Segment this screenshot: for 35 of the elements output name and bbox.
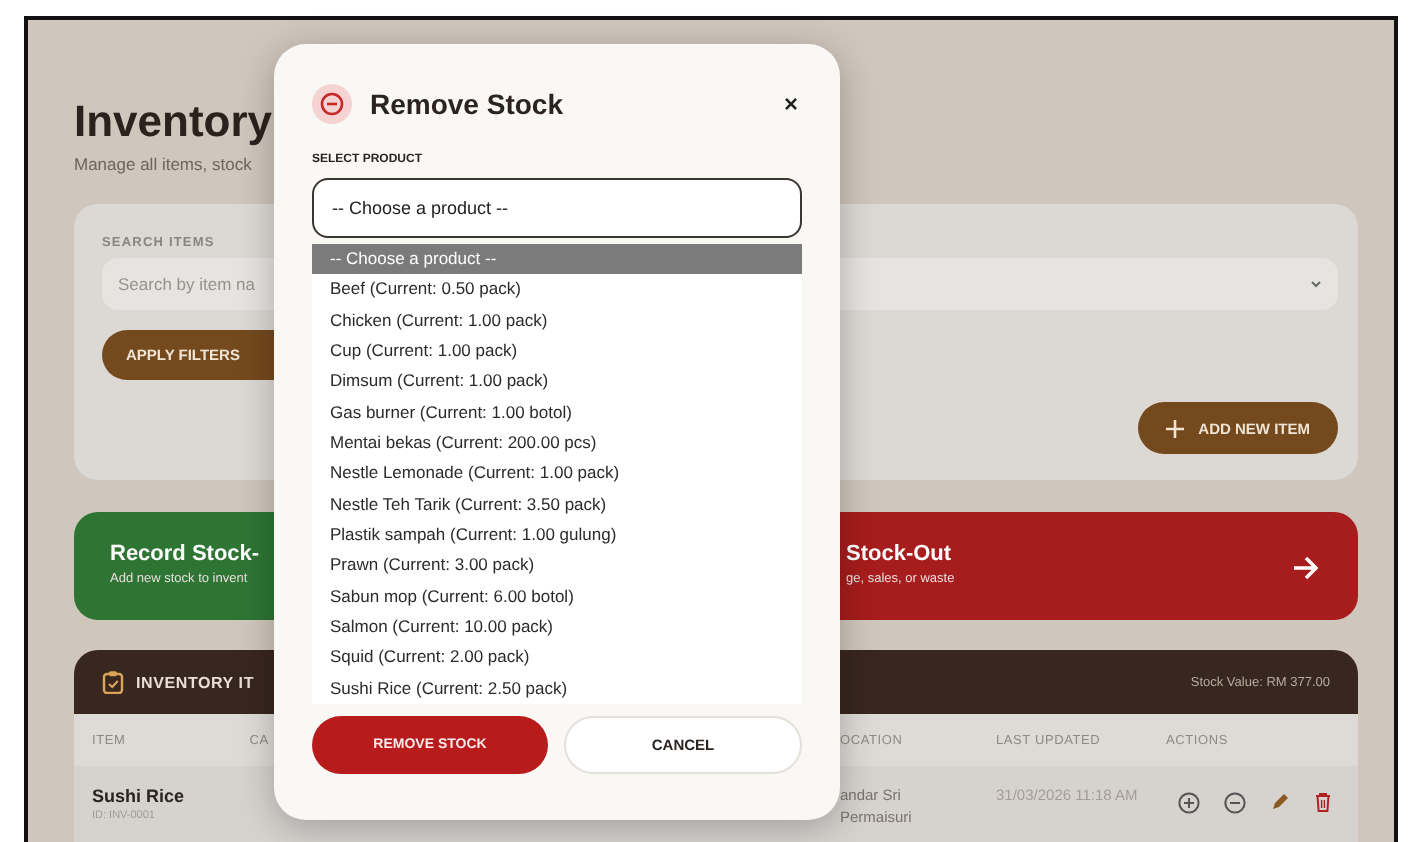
plus-icon [1166,419,1185,437]
dropdown-option[interactable]: Cup (Current: 1.00 pack) [312,335,802,367]
page-title: Inventory [74,96,273,148]
item-name: Sushi Rice [92,786,187,806]
dropdown-option[interactable]: -- Choose a product -- [312,244,802,275]
pencil-icon[interactable] [1270,792,1290,812]
dropdown-option[interactable]: Salmon (Current: 10.00 pack) [312,611,802,643]
dropdown-option[interactable]: Sabun mop (Current: 6.00 botol) [312,581,802,612]
close-button[interactable]: × [783,90,798,118]
table-title: INVENTORY IT [136,673,255,691]
clipboard-icon [102,670,124,694]
search-field[interactable]: Search by item na [102,258,274,310]
card-title: Record Stock- [110,540,262,568]
add-circle-icon[interactable] [1178,792,1200,814]
dropdown-option[interactable]: Beef (Current: 0.50 pack) [312,274,802,306]
page-subtitle: Manage all items, stock [74,152,252,176]
dropdown-option[interactable]: Sushi Rice (Current: 2.50 pack) [312,673,802,704]
arrow-right-icon [1292,556,1318,580]
dropdown-option[interactable]: Mentai bekas (Current: 200.00 pcs) [312,427,802,459]
minus-circle-icon [312,84,352,124]
dropdown-option[interactable]: Plastik sampah (Current: 1.00 gulung) [312,519,802,551]
dropdown-option[interactable]: Prawn (Current: 3.00 pack) [312,550,802,582]
dropdown-option[interactable]: Chicken (Current: 1.00 pack) [312,305,802,336]
minus-circle-icon[interactable] [1224,792,1246,814]
dropdown-option[interactable]: Dimsum (Current: 1.00 pack) [312,366,802,398]
dropdown-field[interactable] [840,258,1338,310]
chevron-down-icon [1310,280,1322,288]
dropdown-option[interactable]: Nestle Teh Tarik (Current: 3.50 pack) [312,489,802,520]
dropdown-option[interactable]: Nestle Lemonade (Current: 1.00 pack) [312,458,802,490]
product-select[interactable]: -- Choose a product -- [312,178,802,238]
dialog-title: Remove Stock [370,88,565,120]
dropdown-option[interactable]: Squid (Current: 2.00 pack) [312,642,802,674]
dropdown-option[interactable]: Gas burner (Current: 1.00 botol) [312,397,802,428]
trash-icon[interactable] [1314,792,1332,812]
card-title: Stock-Out [846,540,954,568]
